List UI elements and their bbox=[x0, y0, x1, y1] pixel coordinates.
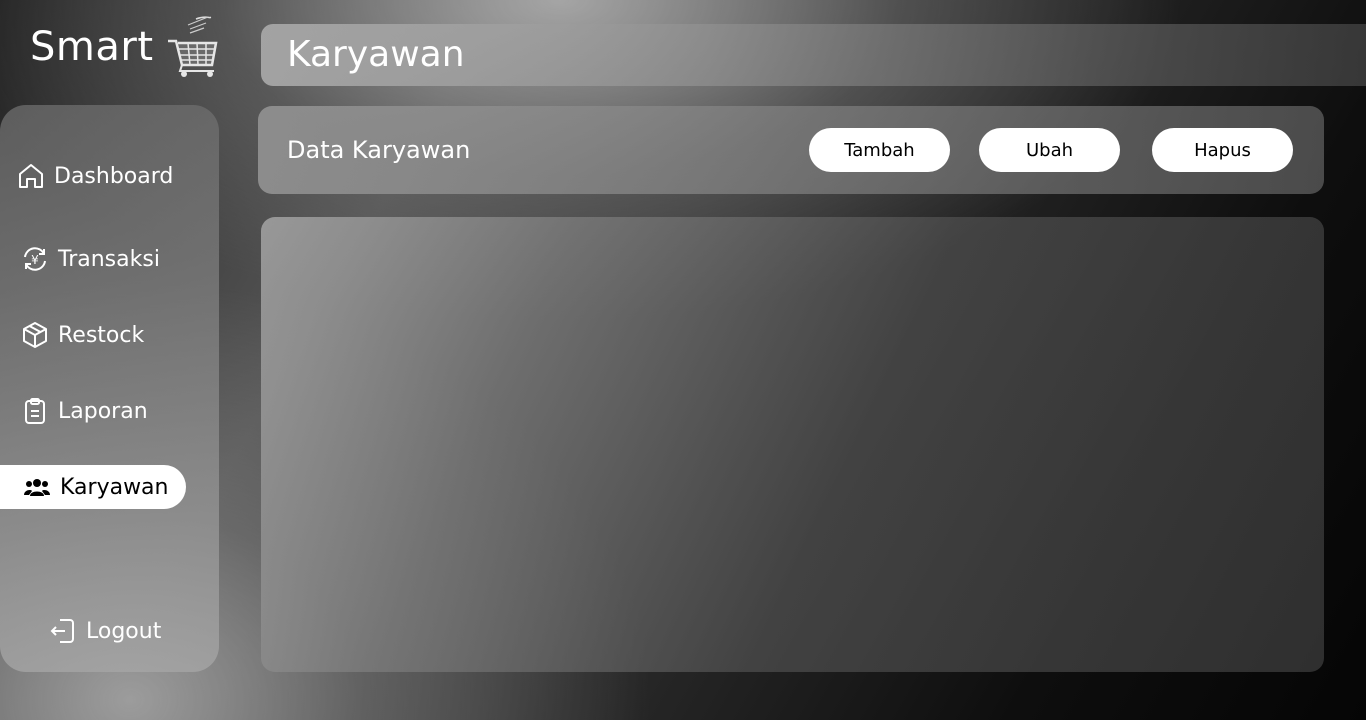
logo-text: Smart bbox=[30, 24, 154, 70]
sidebar-item-label: Transaksi bbox=[58, 246, 160, 272]
logout-label: Logout bbox=[86, 618, 162, 644]
data-table-panel bbox=[261, 217, 1324, 672]
app-logo: Smart bbox=[30, 12, 222, 82]
sidebar-item-label: Laporan bbox=[58, 398, 148, 424]
logout-icon bbox=[48, 616, 78, 646]
svg-text:¥: ¥ bbox=[31, 253, 39, 267]
sidebar-item-restock[interactable]: Restock bbox=[20, 313, 144, 357]
sidebar-item-label: Karyawan bbox=[60, 474, 169, 500]
add-button[interactable]: Tambah bbox=[809, 128, 950, 172]
header-bar: Karyawan bbox=[261, 24, 1366, 86]
edit-button[interactable]: Ubah bbox=[979, 128, 1120, 172]
home-icon bbox=[16, 161, 46, 191]
sidebar-item-label: Restock bbox=[58, 322, 145, 348]
delete-button[interactable]: Hapus bbox=[1152, 128, 1293, 172]
users-icon bbox=[22, 472, 52, 502]
logout-button[interactable]: Logout bbox=[48, 609, 161, 653]
sidebar: Dashboard ¥ Transaksi Restock Laporan Ka… bbox=[0, 105, 219, 672]
box-icon bbox=[20, 320, 50, 350]
sidebar-item-laporan[interactable]: Laporan bbox=[20, 389, 148, 433]
page-title: Karyawan bbox=[287, 34, 465, 75]
section-title: Data Karyawan bbox=[287, 136, 471, 164]
section-header: Data Karyawan Tambah Ubah Hapus bbox=[258, 106, 1324, 194]
currency-exchange-icon: ¥ bbox=[20, 244, 50, 274]
sidebar-item-dashboard[interactable]: Dashboard bbox=[16, 154, 173, 198]
clipboard-icon bbox=[20, 396, 50, 426]
sidebar-item-transaksi[interactable]: ¥ Transaksi bbox=[20, 237, 160, 281]
shopping-cart-icon bbox=[167, 16, 217, 77]
sidebar-item-label: Dashboard bbox=[54, 163, 174, 189]
sidebar-item-karyawan[interactable]: Karyawan bbox=[0, 465, 186, 509]
